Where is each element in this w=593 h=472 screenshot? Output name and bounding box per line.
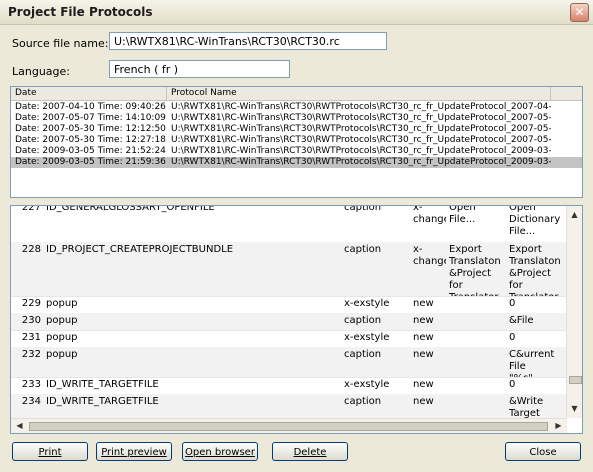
vertical-scroll-thumb[interactable] <box>569 376 582 384</box>
scroll-up-icon[interactable]: ▲ <box>568 208 581 221</box>
row-number: 227 <box>21 205 41 213</box>
language-label: Language: <box>12 65 70 78</box>
column-header-date[interactable]: Date <box>11 87 167 100</box>
table-row[interactable]: 230 popup caption new &File <box>11 313 566 331</box>
protocol-date: Date: 2009-03-05 Time: 21:52:24 <box>15 146 166 156</box>
window-title: Project File Protocols <box>8 5 153 19</box>
old-text <box>446 296 506 313</box>
scroll-down-icon[interactable]: ▼ <box>568 402 581 415</box>
old-text <box>446 347 506 377</box>
close-button[interactable]: Close <box>505 442 581 461</box>
old-text <box>446 313 506 330</box>
new-text: Export Translaton &Project for Translato… <box>509 244 566 296</box>
protocol-date: Date: 2007-05-07 Time: 14:10:09 <box>15 113 166 123</box>
resource-id: popup <box>46 332 78 343</box>
horizontal-scroll-thumb[interactable] <box>29 422 548 431</box>
protocol-row[interactable]: Date: 2007-05-30 Time: 12:27:18 U:\RWTX81… <box>11 135 582 146</box>
scroll-left-icon[interactable]: ◀ <box>13 419 26 433</box>
horizontal-scrollbar[interactable]: ◀ ▶ <box>11 418 567 433</box>
table-row[interactable]: 229 popup x-exstyle new 0 <box>11 296 566 314</box>
row-number: 228 <box>21 244 41 255</box>
resource-type: x-exstyle <box>344 379 390 390</box>
change-action: new <box>413 298 434 309</box>
protocol-list-header: Date Protocol Name <box>11 87 582 101</box>
protocol-name: U:\RWTX81\RC-WinTrans\RCT30\RWTProtocols… <box>171 113 551 123</box>
protocol-row-selected[interactable]: Date: 2009-03-05 Time: 21:59:36 U:\RWTX81… <box>11 157 582 168</box>
new-text: Open Dictionary File... <box>509 205 561 237</box>
delete-button-label: Delete <box>293 447 327 458</box>
column-header-protocol-name[interactable]: Protocol Name <box>167 87 551 100</box>
change-action: new <box>413 349 434 360</box>
resource-id: ID_PROJECT_CREATEPROJECTBUNDLE <box>46 244 234 255</box>
protocol-name: U:\RWTX81\RC-WinTrans\RCT30\RWTProtocols… <box>171 157 551 167</box>
open-browser-button[interactable]: Open browser <box>182 442 258 461</box>
new-text: 0 <box>509 332 516 343</box>
delete-button[interactable]: Delete <box>272 442 348 461</box>
resource-type: caption <box>344 315 382 326</box>
protocol-row[interactable]: Date: 2007-04-10 Time: 09:40:26 U:\RWTX81… <box>11 102 582 113</box>
open-browser-button-label: Open browser <box>185 447 255 458</box>
table-row[interactable]: 232 popup caption new C&urrent File "%s"… <box>11 347 566 378</box>
row-number: 230 <box>21 315 41 326</box>
resource-type: x-exstyle <box>344 332 390 343</box>
protocol-row[interactable]: Date: 2009-03-05 Time: 21:52:24 U:\RWTX81… <box>11 146 582 157</box>
resource-type: x-exstyle <box>344 298 390 309</box>
old-text <box>446 330 506 347</box>
protocol-date: Date: 2007-05-30 Time: 12:27:18 <box>15 135 166 145</box>
new-text: C&urrent File "%s"... <box>509 349 555 377</box>
resource-type: caption <box>344 349 382 360</box>
row-number: 231 <box>21 332 41 343</box>
resource-id: popup <box>46 298 78 309</box>
change-action: new <box>413 315 434 326</box>
protocol-name: U:\RWTX81\RC-WinTrans\RCT30\RWTProtocols… <box>171 124 551 134</box>
language-field[interactable]: French ( fr ) <box>109 60 290 78</box>
print-button-label: Print <box>38 447 62 458</box>
protocol-date: Date: 2007-05-30 Time: 12:12:50 <box>15 124 166 134</box>
table-row[interactable]: 233 ID_WRITE_TARGETFILE x-exstyle new 0 <box>11 377 566 395</box>
protocol-name: U:\RWTX81\RC-WinTrans\RCT30\RWTProtocols… <box>171 146 551 156</box>
resource-id: popup <box>46 349 78 360</box>
resource-id: ID_WRITE_TARGETFILE <box>46 379 159 390</box>
source-file-label: Source file name: <box>12 37 109 50</box>
scroll-right-icon[interactable]: ▶ <box>552 419 565 433</box>
new-text: &File <box>509 315 534 326</box>
new-text: 0 <box>509 298 516 309</box>
resource-type: caption <box>344 205 382 213</box>
protocol-name: U:\RWTX81\RC-WinTrans\RCT30\RWTProtocols… <box>171 102 551 112</box>
table-row[interactable]: 227 ID_GENERALGLOSSARY_OPENFILE caption … <box>11 205 566 243</box>
vertical-scrollbar[interactable]: ▲ ▼ <box>566 206 582 418</box>
print-button[interactable]: Print <box>12 442 88 461</box>
new-text: 0 <box>509 379 516 390</box>
protocol-name: U:\RWTX81\RC-WinTrans\RCT30\RWTProtocols… <box>171 135 551 145</box>
title-bar: Project File Protocols ✕ <box>0 0 593 25</box>
protocol-row[interactable]: Date: 2007-05-30 Time: 12:12:50 U:\RWTX81… <box>11 124 582 135</box>
print-preview-button[interactable]: Print preview <box>96 442 172 461</box>
change-action: x- change <box>413 205 446 225</box>
change-action: new <box>413 332 434 343</box>
protocol-date: Date: 2009-03-05 Time: 21:59:36 <box>15 157 166 167</box>
table-row[interactable]: 228 ID_PROJECT_CREATEPROJECTBUNDLE capti… <box>11 242 566 297</box>
row-number: 232 <box>21 349 41 360</box>
protocol-date: Date: 2007-04-10 Time: 09:40:26 <box>15 102 166 112</box>
protocol-row[interactable]: Date: 2007-05-07 Time: 14:10:09 U:\RWTX81… <box>11 113 582 124</box>
old-text <box>446 377 506 394</box>
protocol-list[interactable]: Date Protocol Name Date: 2007-04-10 Time… <box>10 86 583 198</box>
old-text: Open File... <box>449 205 476 225</box>
resource-id: popup <box>46 315 78 326</box>
resource-type: caption <box>344 244 382 255</box>
column-header-filler <box>551 87 582 100</box>
change-action: new <box>413 379 434 390</box>
row-number: 229 <box>21 298 41 309</box>
row-number: 233 <box>21 379 41 390</box>
change-action: x- change <box>413 244 446 267</box>
protocol-detail-grid[interactable]: 227 ID_GENERALGLOSSARY_OPENFILE caption … <box>10 205 583 434</box>
source-file-field[interactable]: U:\RWTX81\RC-WinTrans\RCT30\RCT30.rc <box>109 32 387 50</box>
old-text: Export Translaton &Project for Translato… <box>449 244 506 296</box>
table-row[interactable]: 231 popup x-exstyle new 0 <box>11 330 566 348</box>
print-preview-button-label: Print preview <box>101 447 167 458</box>
resource-id: ID_GENERALGLOSSARY_OPENFILE <box>46 205 215 213</box>
close-icon[interactable]: ✕ <box>570 3 589 22</box>
